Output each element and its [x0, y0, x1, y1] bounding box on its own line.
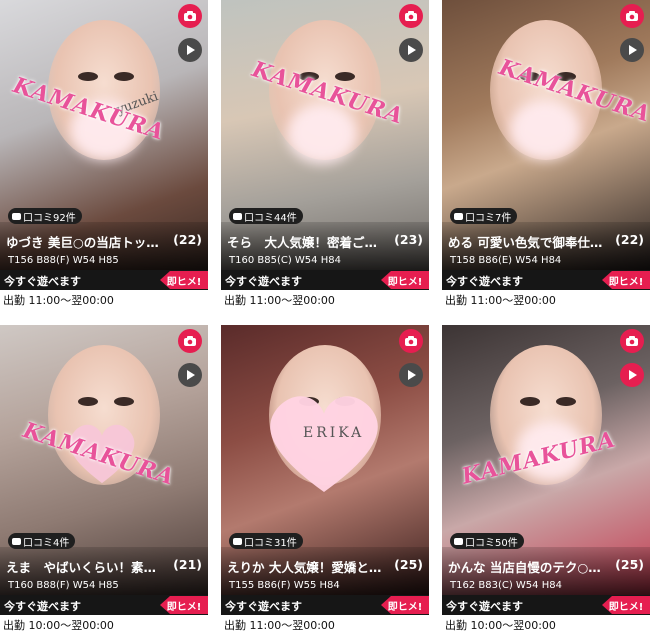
camera-icon[interactable] — [399, 4, 423, 28]
girl-name: えりか — [227, 560, 265, 575]
catchphrase: やばいくらい！素… — [43, 560, 157, 575]
instant-badge: 即ヒメ! — [160, 596, 208, 614]
catchphrase: 可愛い色気で御奉仕… — [477, 235, 603, 250]
availability-label: 今すぐ遊べます — [446, 275, 523, 288]
availability-label: 今すぐ遊べます — [4, 275, 81, 288]
age: (23) — [394, 232, 423, 247]
girl-card[interactable]: KAMAKURA h 口コミ4件 えま やばいくらい！素…(21) T160 B… — [0, 325, 208, 637]
card-title[interactable]: かんな 当店自慢のテク○… (25) — [448, 557, 644, 576]
card-title[interactable]: えま やばいくらい！素… (21) — [6, 557, 202, 576]
girl-name: そら — [227, 235, 253, 250]
play-icon[interactable] — [178, 363, 202, 387]
shift-time: 出勤 11:00〜翌00:00 — [221, 615, 429, 637]
girl-name: えま — [6, 560, 32, 575]
camera-icon[interactable] — [620, 4, 644, 28]
availability-label: 今すぐ遊べます — [225, 600, 302, 613]
age: (25) — [394, 557, 423, 572]
instant-badge: 即ヒメ! — [381, 596, 429, 614]
instant-badge: 即ヒメ! — [381, 271, 429, 289]
girl-card[interactable]: yuzuki KAMAKURA h 口コミ92件 ゆづき 美巨○の当店トッ…(2… — [0, 0, 208, 312]
camera-icon[interactable] — [620, 329, 644, 353]
instant-badge: 即ヒメ! — [602, 271, 650, 289]
card-title[interactable]: ゆづき 美巨○の当店トッ… (22) — [6, 232, 202, 251]
play-icon[interactable] — [399, 38, 423, 62]
review-count-badge[interactable]: 口コミ31件 — [229, 533, 303, 549]
girl-card[interactable]: KAMAKURA h 口コミ44件 そら 大人気嬢！密着ご…(23) T160 … — [221, 0, 429, 312]
comment-icon — [454, 537, 463, 545]
shift-time: 出勤 10:00〜翌00:00 — [442, 615, 650, 637]
card-title[interactable]: そら 大人気嬢！密着ご… (23) — [227, 232, 423, 251]
shift-time: 出勤 10:00〜翌00:00 — [0, 615, 208, 637]
girl-name: かんな — [448, 560, 486, 575]
card-title[interactable]: えりか 大人気嬢！愛嬌と… (25) — [227, 557, 423, 576]
comment-icon — [12, 537, 21, 545]
measurements: T158 B86(E) W54 H84 — [450, 255, 562, 266]
signature: ERIKA — [303, 425, 365, 441]
play-icon[interactable] — [620, 363, 644, 387]
catchphrase: 美巨○の当店トッ… — [47, 235, 159, 250]
review-count-badge[interactable]: 口コミ50件 — [450, 533, 524, 549]
camera-icon[interactable] — [178, 329, 202, 353]
girls-grid: yuzuki KAMAKURA h 口コミ92件 ゆづき 美巨○の当店トッ…(2… — [0, 0, 650, 639]
play-icon[interactable] — [178, 38, 202, 62]
age: (22) — [615, 232, 644, 247]
girl-card[interactable]: KAMAKURA h 口コミ7件 める 可愛い色気で御奉仕…(22) T158 … — [442, 0, 650, 312]
comment-icon — [233, 212, 242, 220]
play-icon[interactable] — [620, 38, 644, 62]
camera-icon[interactable] — [399, 329, 423, 353]
instant-badge: 即ヒメ! — [602, 596, 650, 614]
availability-label: 今すぐ遊べます — [446, 600, 523, 613]
measurements: T156 B88(F) W54 H85 — [8, 255, 119, 266]
shift-time: 出勤 11:00〜翌00:00 — [0, 290, 208, 312]
comment-icon — [233, 537, 242, 545]
catchphrase: 大人気嬢！密着ご… — [264, 235, 378, 250]
availability-label: 今すぐ遊べます — [225, 275, 302, 288]
review-count-badge[interactable]: 口コミ4件 — [8, 533, 76, 549]
age: (25) — [615, 557, 644, 572]
catchphrase: 大人気嬢！愛嬌と… — [268, 560, 382, 575]
comment-icon — [454, 212, 463, 220]
measurements: T162 B83(C) W54 H84 — [450, 580, 562, 591]
card-title[interactable]: める 可愛い色気で御奉仕… (22) — [448, 232, 644, 251]
camera-icon[interactable] — [178, 4, 202, 28]
age: (22) — [173, 232, 202, 247]
girl-name: ゆづき — [6, 235, 44, 250]
review-count-badge[interactable]: 口コミ92件 — [8, 208, 82, 224]
shift-time: 出勤 11:00〜翌00:00 — [221, 290, 429, 312]
girl-card[interactable]: ERIKA h 口コミ31件 えりか 大人気嬢！愛嬌と…(25) T155 B8… — [221, 325, 429, 637]
comment-icon — [12, 212, 21, 220]
shift-time: 出勤 11:00〜翌00:00 — [442, 290, 650, 312]
girl-card[interactable]: KAMAKURA h 口コミ50件 かんな 当店自慢のテク○…(25) T162… — [442, 325, 650, 637]
catchphrase: 当店自慢のテク○… — [489, 560, 601, 575]
instant-badge: 即ヒメ! — [160, 271, 208, 289]
measurements: T155 B86(F) W55 H84 — [229, 580, 340, 591]
availability-label: 今すぐ遊べます — [4, 600, 81, 613]
measurements: T160 B85(C) W54 H84 — [229, 255, 341, 266]
review-count-badge[interactable]: 口コミ7件 — [450, 208, 518, 224]
review-count-badge[interactable]: 口コミ44件 — [229, 208, 303, 224]
girl-name: める — [448, 235, 474, 250]
measurements: T160 B88(F) W54 H85 — [8, 580, 119, 591]
age: (21) — [173, 557, 202, 572]
play-icon[interactable] — [399, 363, 423, 387]
